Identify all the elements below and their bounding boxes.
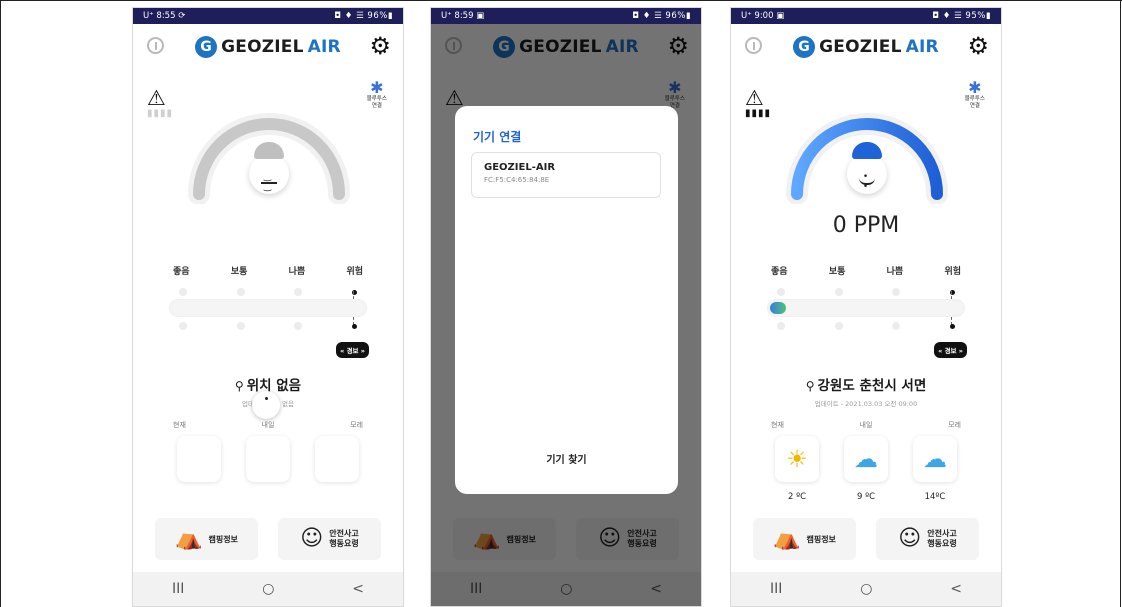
- level-track: [169, 299, 367, 317]
- device-name: GEOZIEL-AIR: [484, 162, 556, 173]
- device-list-item[interactable]: GEOZIEL-AIR FC:F5:C4:65:84:8E: [471, 152, 661, 198]
- helmet-face-icon: ☺: [898, 526, 922, 551]
- frame-top-border: [0, 0, 1122, 1]
- dialog-title: 기기 연결: [473, 130, 522, 144]
- weather-boxes-empty: [177, 436, 359, 482]
- status-icons: ◘ ♦ ☰ 96%▮: [334, 11, 393, 21]
- android-nav-bar: III ○ <: [133, 572, 403, 606]
- forecast-days: 현재 내일 모레: [771, 421, 961, 429]
- phone-screen-3: U⁺ 9:00 ▣ ◘ ♦ ☰ 95%▮ G GEOZIEL AIR ⚙ ⚠ ▮…: [730, 7, 1002, 607]
- loading-spinner: [252, 391, 280, 419]
- ppm-reading: 0 PPM: [832, 213, 900, 238]
- weather-box: [246, 436, 290, 482]
- logo-mark-icon: G: [195, 36, 218, 58]
- forecast-days: 현재 내일 모레: [173, 421, 363, 429]
- level-fill: [770, 302, 786, 314]
- app-logo: G GEOZIEL AIR: [195, 36, 341, 58]
- app-header: G GEOZIEL AIR ⚙: [731, 24, 1001, 70]
- camping-info-button[interactable]: ⛺ 캠핑정보: [753, 518, 856, 560]
- forecast-temps: 2 ºC 9 ºC 14ºC: [787, 492, 946, 502]
- status-icons: ◘ ♦ ☰ 95%▮: [932, 11, 991, 21]
- pin-icon: ⚲: [234, 379, 244, 393]
- weather-box: [315, 436, 359, 482]
- home-button[interactable]: ○: [860, 581, 872, 597]
- app-header: G GEOZIEL AIR ⚙: [133, 24, 403, 70]
- level-labels: 좋음 보통 나쁨 위험: [173, 267, 363, 277]
- weather-box: [177, 436, 221, 482]
- gear-icon[interactable]: ⚙: [369, 34, 391, 58]
- gear-icon[interactable]: ⚙: [967, 34, 989, 58]
- level-track: [767, 299, 965, 317]
- status-bar: U⁺ 9:00 ▣ ◘ ♦ ☰ 95%▮: [731, 8, 1001, 24]
- update-info: 업데이트 - 2021.03.03 오전 09:00: [814, 400, 918, 408]
- bottom-buttons: ⛺ 캠핑정보 ☺ 안전사고행동요령: [753, 518, 979, 560]
- status-time: U⁺ 9:00 ▣: [741, 11, 785, 21]
- sun-icon: ☀: [786, 445, 808, 473]
- level-dots-top: [179, 288, 357, 296]
- level-dots-bottom: [777, 322, 955, 330]
- alert-badge: « 경보 »: [934, 342, 967, 358]
- logo-mark-icon: G: [793, 36, 816, 58]
- phone-screen-1: U⁺ 8:55 ⟳ ◘ ♦ ☰ 96%▮ G GEOZIEL AIR ⚙ ⚠ ▮…: [132, 7, 404, 607]
- mascot-face-happy: • •: [847, 142, 887, 194]
- mascot-face-sleeping: ‿ ‿: [249, 142, 289, 194]
- bluetooth-icon: ✱: [370, 78, 384, 97]
- bluetooth-connect-button[interactable]: ✱ 블루투스 연결: [965, 80, 985, 110]
- alert-badge: « 경보 »: [336, 342, 369, 358]
- warning-level-bars: ▮▮▮▮: [147, 108, 174, 119]
- device-mac: FC:F5:C4:65:84:8E: [484, 176, 550, 184]
- frame-left-border: [0, 0, 1, 607]
- level-dots-bottom: [179, 322, 357, 330]
- weather-today: ☀: [775, 436, 819, 482]
- frame-right-border: [1120, 0, 1121, 607]
- status-time: U⁺ 8:55 ⟳: [143, 11, 186, 21]
- android-nav-bar: III ○ <: [731, 572, 1001, 606]
- cloudy-icon: ☁: [854, 445, 878, 473]
- recent-apps-button[interactable]: III: [172, 581, 184, 597]
- bluetooth-icon: ✱: [968, 78, 982, 97]
- warning-level-bars: ▮▮▮▮: [745, 108, 772, 119]
- power-icon[interactable]: [147, 37, 164, 54]
- back-button[interactable]: <: [950, 581, 962, 597]
- app-logo: G GEOZIEL AIR: [793, 36, 939, 58]
- tent-icon: ⛺: [175, 526, 203, 551]
- warning-icon: ⚠: [147, 86, 166, 110]
- level-dots-top: [777, 288, 955, 296]
- status-time: U⁺ 8:59 ▣: [441, 11, 485, 21]
- bluetooth-connect-button[interactable]: ✱ 블루투스 연결: [367, 80, 387, 110]
- pin-icon: ⚲: [805, 379, 815, 393]
- tent-icon: ⛺: [773, 526, 801, 551]
- status-icons: ◘ ♦ ☰ 96%▮: [632, 11, 691, 21]
- status-bar: U⁺ 8:59 ▣ ◘ ♦ ☰ 96%▮: [431, 8, 701, 24]
- safety-guide-button[interactable]: ☺ 안전사고행동요령: [876, 518, 979, 560]
- level-labels: 좋음 보통 나쁨 위험: [771, 267, 961, 277]
- cloudy-icon: ☁: [923, 445, 947, 473]
- warning-icon: ⚠: [745, 86, 764, 110]
- status-bar: U⁺ 8:55 ⟳ ◘ ♦ ☰ 96%▮: [133, 8, 403, 24]
- power-icon[interactable]: [745, 37, 762, 54]
- home-button[interactable]: ○: [262, 581, 274, 597]
- safety-guide-button[interactable]: ☺ 안전사고행동요령: [278, 518, 381, 560]
- helmet-face-icon: ☺: [300, 526, 324, 551]
- weather-day-after: ☁: [913, 436, 957, 482]
- back-button[interactable]: <: [352, 581, 364, 597]
- weather-boxes: ☀ ☁ ☁: [775, 436, 957, 482]
- recent-apps-button[interactable]: III: [770, 581, 782, 597]
- device-connect-dialog: 기기 연결 GEOZIEL-AIR FC:F5:C4:65:84:8E 기기 찾…: [455, 106, 678, 494]
- weather-tomorrow: ☁: [844, 436, 888, 482]
- scan-devices-button[interactable]: 기기 찾기: [455, 451, 678, 466]
- phone-screen-2: U⁺ 8:59 ▣ ◘ ♦ ☰ 96%▮ G GEOZIEL AIR ⚙ ⚠ ✱…: [430, 7, 702, 607]
- location-label: ⚲ 강원도 춘천시 서면: [805, 378, 927, 394]
- bottom-buttons: ⛺ 캠핑정보 ☺ 안전사고행동요령: [155, 518, 381, 560]
- camping-info-button[interactable]: ⛺ 캠핑정보: [155, 518, 258, 560]
